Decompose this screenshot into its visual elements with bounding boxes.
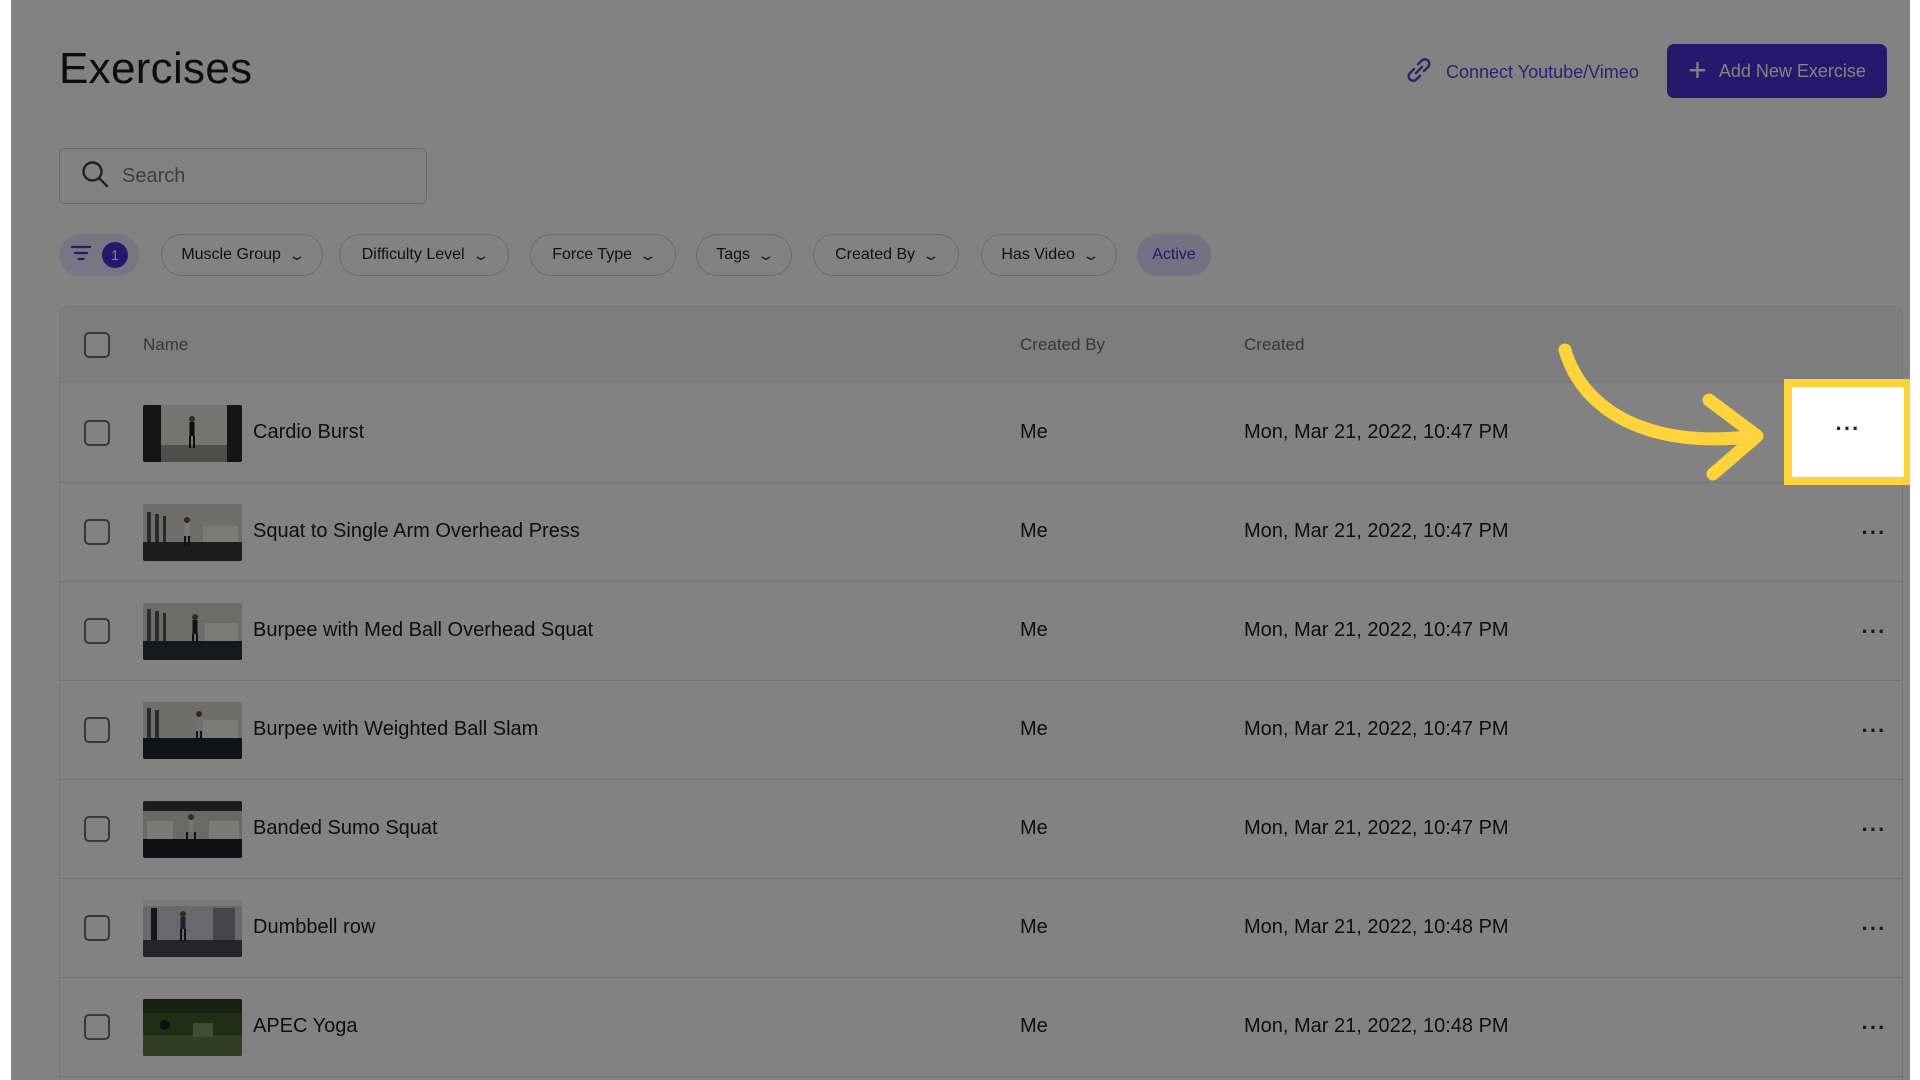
created-by-cell: Me (1020, 718, 1048, 740)
chevron-down-icon: ⌄ (638, 246, 658, 263)
tags-label: Tags (716, 246, 751, 263)
has-video-dropdown[interactable]: Has Video ⌄ (981, 234, 1117, 276)
row-checkbox[interactable] (84, 420, 110, 446)
exercise-thumbnail[interactable] (143, 900, 242, 957)
page-title: Exercises (59, 44, 253, 93)
difficulty-level-dropdown[interactable]: Difficulty Level ⌄ (339, 234, 509, 276)
created-by-cell: Me (1020, 1015, 1048, 1037)
exercise-thumbnail[interactable] (143, 999, 242, 1056)
more-options-button[interactable]: ··· (1850, 513, 1898, 553)
filter-icon (70, 244, 92, 267)
search-icon (80, 159, 110, 194)
plus-icon: + (1688, 51, 1707, 88)
muscle-group-label: Muscle Group (181, 246, 281, 263)
connect-label: Connect Youtube/Vimeo (1446, 61, 1639, 82)
created-by-cell: Me (1020, 817, 1048, 839)
exercises-page: Exercises Connect Youtube/Vimeo + Add Ne… (11, 0, 1910, 1080)
more-options-button[interactable]: ··· (1850, 909, 1898, 949)
column-header-name[interactable]: Name (143, 335, 188, 355)
created-date-cell: Mon, Mar 21, 2022, 10:47 PM (1244, 421, 1509, 443)
add-new-exercise-button[interactable]: + Add New Exercise (1667, 44, 1887, 98)
created-date-cell: Mon, Mar 21, 2022, 10:48 PM (1244, 1015, 1509, 1037)
search-input[interactable] (122, 164, 382, 188)
row-checkbox[interactable] (84, 915, 110, 941)
exercise-name[interactable]: Cardio Burst (253, 421, 364, 444)
created-by-label: Created By (835, 246, 916, 263)
link-icon (1402, 56, 1436, 89)
exercise-name[interactable]: Dumbbell row (253, 916, 375, 939)
table-row[interactable]: Squat to Single Arm Overhead Press Me Mo… (60, 483, 1902, 582)
created-by-dropdown[interactable]: Created By ⌄ (813, 234, 959, 276)
exercise-thumbnail[interactable] (143, 504, 242, 561)
exercise-thumbnail[interactable] (143, 405, 242, 462)
force-type-label: Force Type (552, 246, 632, 263)
row-checkbox[interactable] (84, 816, 110, 842)
tags-dropdown[interactable]: Tags ⌄ (696, 234, 792, 276)
exercise-thumbnail[interactable] (143, 603, 242, 660)
active-label: Active (1152, 246, 1196, 263)
chevron-down-icon: ⌄ (471, 246, 490, 263)
more-horizontal-icon: ··· (1835, 416, 1861, 441)
connect-youtube-vimeo-link[interactable]: Connect Youtube/Vimeo (1402, 56, 1639, 88)
table-row[interactable]: Dumbbell row Me Mon, Mar 21, 2022, 10:48… (60, 879, 1902, 978)
highlighted-more-options-button[interactable]: ··· (1784, 379, 1910, 485)
created-by-cell: Me (1020, 421, 1048, 443)
search-field[interactable] (59, 148, 427, 204)
chevron-down-icon: ⌄ (921, 246, 941, 263)
more-options-button[interactable]: ··· (1850, 612, 1898, 652)
exercise-name[interactable]: Burpee with Weighted Ball Slam (253, 718, 538, 741)
exercise-name[interactable]: Banded Sumo Squat (253, 817, 438, 840)
difficulty-label: Difficulty Level (361, 246, 465, 263)
exercise-thumbnail[interactable] (143, 702, 242, 759)
select-all-checkbox[interactable] (84, 332, 110, 358)
add-label: Add New Exercise (1718, 60, 1866, 81)
exercise-name[interactable]: APEC Yoga (253, 1015, 358, 1038)
created-date-cell: Mon, Mar 21, 2022, 10:48 PM (1244, 916, 1509, 938)
chevron-down-icon: ⌄ (287, 246, 307, 263)
exercise-thumbnail[interactable] (143, 801, 242, 858)
created-date-cell: Mon, Mar 21, 2022, 10:47 PM (1244, 520, 1509, 542)
created-by-cell: Me (1020, 619, 1048, 641)
more-options-button[interactable]: ··· (1850, 810, 1898, 850)
active-filter-chip[interactable]: Active (1137, 234, 1211, 276)
exercise-name[interactable]: Squat to Single Arm Overhead Press (253, 520, 580, 543)
created-by-cell: Me (1020, 916, 1048, 938)
chevron-down-icon: ⌄ (756, 246, 776, 263)
column-header-created[interactable]: Created (1244, 335, 1304, 355)
muscle-group-dropdown[interactable]: Muscle Group ⌄ (161, 234, 323, 276)
more-options-button[interactable]: ··· (1850, 1008, 1898, 1048)
chevron-down-icon: ⌄ (1081, 246, 1101, 263)
column-header-created-by[interactable]: Created By (1020, 335, 1105, 355)
exercise-name[interactable]: Burpee with Med Ball Overhead Squat (253, 619, 593, 642)
created-date-cell: Mon, Mar 21, 2022, 10:47 PM (1244, 718, 1509, 740)
table-row[interactable]: Burpee with Weighted Ball Slam Me Mon, M… (60, 681, 1902, 780)
curved-arrow-icon (1558, 343, 1764, 481)
force-type-dropdown[interactable]: Force Type ⌄ (530, 234, 676, 276)
table-row[interactable]: Burpee with Med Ball Overhead Squat Me M… (60, 582, 1902, 681)
created-by-cell: Me (1020, 520, 1048, 542)
row-checkbox[interactable] (84, 618, 110, 644)
has-video-label: Has Video (1001, 246, 1075, 263)
table-row[interactable]: Banded Sumo Squat Me Mon, Mar 21, 2022, … (60, 780, 1902, 879)
row-checkbox[interactable] (84, 717, 110, 743)
more-options-button[interactable]: ··· (1850, 711, 1898, 751)
created-date-cell: Mon, Mar 21, 2022, 10:47 PM (1244, 619, 1509, 641)
row-checkbox[interactable] (84, 519, 110, 545)
row-checkbox[interactable] (84, 1014, 110, 1040)
created-date-cell: Mon, Mar 21, 2022, 10:47 PM (1244, 817, 1509, 839)
filter-toggle-button[interactable]: 1 (59, 234, 139, 276)
table-row[interactable]: APEC Yoga Me Mon, Mar 21, 2022, 10:48 PM… (60, 978, 1902, 1077)
filter-count-badge: 1 (102, 242, 128, 268)
